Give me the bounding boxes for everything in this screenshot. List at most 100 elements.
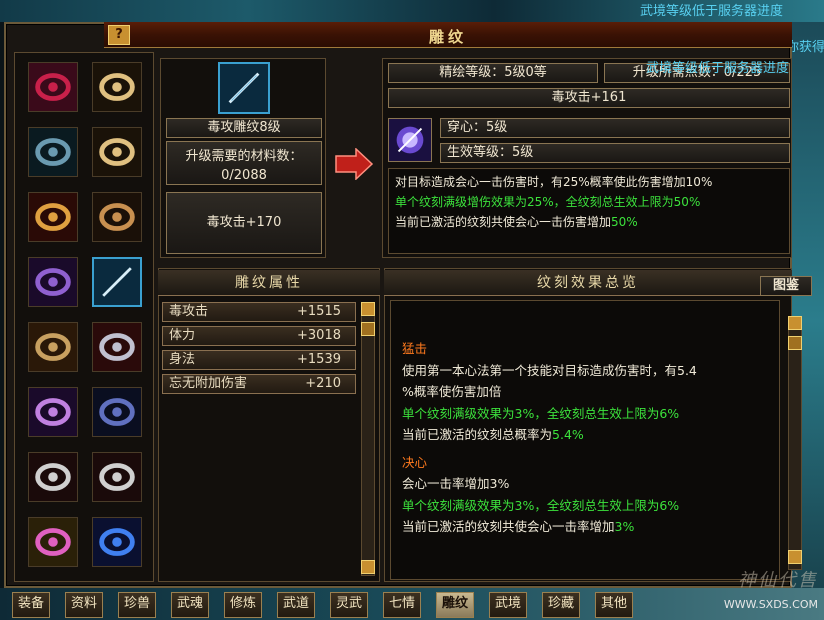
server-notice-line2: 武境等级低于服务器进度 [646,61,790,76]
materials-label: 升级需要的材料数： [185,149,303,164]
strike-line-4-text: 当前已激活的纹刻总概率为 [402,427,553,442]
boots-icon [93,388,141,436]
attribute-row: 忘无附加伤害 +210 [162,374,356,394]
tab-6[interactable]: 武道 [277,592,315,618]
bonus-attack: 毒攻击+161 [388,88,790,108]
tab-2[interactable]: 资料 [65,592,103,618]
help-button[interactable]: ? [108,25,130,45]
bow-icon [29,388,77,436]
materials-box: 升级需要的材料数： 0/2088 [166,141,322,185]
polish-level: 精绘等级：5级0等 [388,63,598,83]
overview-scrollbar[interactable] [788,316,802,570]
desc-line-3-text: 当前已激活的纹刻共使会心一击伤害增加 [395,215,612,229]
ring-icon [93,63,141,111]
equipment-slot[interactable] [92,62,142,112]
jade-icon [93,453,141,501]
skill-title-resolve: 决心 [402,454,428,470]
attribute-value: +1515 [297,304,341,319]
window-titlebar[interactable]: 雕纹 [104,22,792,48]
desc-line-1: 对目标造成会心一击伤害时，有25%概率使此伤害增加10% [395,175,713,189]
equipment-slot[interactable] [92,517,142,567]
strike-line-2: %概率使伤害加倍 [402,384,502,399]
tab-12[interactable]: 其他 [595,592,633,618]
attribute-row: 毒攻击 +1515 [162,302,356,322]
attributes-scroll-thumb[interactable] [361,322,375,336]
equipment-slot[interactable] [28,127,78,177]
amulet-icon [29,63,77,111]
attributes-scrollbar[interactable] [361,302,375,576]
resolve-line-3-text: 当前已激活的纹刻共使会心一击率增加 [402,519,615,534]
overview-scroll-thumb[interactable] [788,336,802,350]
server-notice-top: 武境等级低于服务器进度 [640,4,784,19]
attribute-name: 毒攻击 [169,304,209,319]
attribute-row: 身法 +1539 [162,350,356,370]
armor-icon [29,128,77,176]
watermark-logo: 神仙代售 [738,570,818,591]
pierce-engrave-slot[interactable] [388,118,432,162]
attribute-name: 忘无附加伤害 [169,376,248,391]
equipment-slot[interactable] [92,322,142,372]
resolve-line-1: 会心一击率增加3% [402,476,510,491]
tab-5[interactable]: 修炼 [224,592,262,618]
equipment-slot[interactable] [28,452,78,502]
attributes-scroll-down-button[interactable] [361,560,375,574]
tab-1[interactable]: 装备 [12,592,50,618]
attribute-name: 身法 [169,352,196,367]
equipment-slot[interactable] [92,192,142,242]
resolve-line-3: 当前已激活的纹刻共使会心一击率增加3% [402,516,782,538]
attributes-title: 雕纹属性 [158,270,380,296]
selected-item-slot[interactable] [218,62,270,114]
equipment-slot[interactable] [28,62,78,112]
pierce-icon [389,119,431,161]
strike-line-4-value: 5.4% [552,427,584,442]
overview-scroll-up-button[interactable] [788,316,802,330]
equipment-slot[interactable] [28,517,78,567]
attribute-row: 体力 +3018 [162,326,356,346]
pierce-level: 穿心：5级 [440,118,790,138]
tab-10[interactable]: 武境 [489,592,527,618]
needle-icon [220,64,268,112]
effect-level: 生效等级：5级 [440,143,790,163]
pendant-icon [29,258,77,306]
skill-title-strike: 猛击 [402,341,428,356]
attributes-scroll-up-button[interactable] [361,302,375,316]
sash-icon [29,323,77,371]
window-title: 雕纹 [428,28,467,46]
tab-8[interactable]: 七情 [383,592,421,618]
gauntlet-icon [93,323,141,371]
equipment-slot[interactable] [28,322,78,372]
equipment-slot[interactable] [92,257,142,307]
watermark-url: WWW.SXDS.COM [723,598,818,611]
tab-4[interactable]: 武魂 [171,592,209,618]
equipment-slot[interactable] [92,127,142,177]
needle-icon [94,259,140,305]
attribute-value: +1539 [297,352,341,367]
gem-necklace-icon [29,518,77,566]
tab-11[interactable]: 珍藏 [542,592,580,618]
codex-button[interactable]: 图鉴 [760,276,812,296]
jade-icon [29,453,77,501]
attribute-value: +3018 [297,328,341,343]
equipment-slot[interactable] [92,452,142,502]
desc-line-2: 单个纹刻满级增伤效果为25%，全纹刻总生效上限为50% [395,195,701,209]
tab-9[interactable]: 雕纹 [436,592,474,618]
attribute-value: +210 [305,376,341,391]
equipment-slot[interactable] [28,387,78,437]
overview-title: 纹刻效果总览 [384,270,792,296]
ring-icon [93,128,141,176]
item-effect: 毒攻击+170 [166,192,322,254]
resolve-line-2: 单个纹刻满级效果为3%，全纹刻总生效上限为6% [402,497,680,513]
tab-3[interactable]: 珍兽 [118,592,156,618]
desc-line-3: 当前已激活的纹刻共使会心一击伤害增加50% [395,212,783,232]
strike-line-3: 单个纹刻满级效果为3%，全纹刻总生效上限为6% [402,405,680,421]
equipment-slot[interactable] [28,257,78,307]
engrave-description: 对目标造成会心一击伤害时，有25%概率使此伤害增加10% 单个纹刻满级增伤效果为… [388,168,790,254]
equipment-slot[interactable] [28,192,78,242]
tab-7[interactable]: 灵武 [330,592,368,618]
attribute-name: 体力 [169,328,196,343]
overview-scroll-down-button[interactable] [788,550,802,564]
materials-value: 0/2088 [221,168,267,183]
equipment-slot[interactable] [92,387,142,437]
orb-icon [93,518,141,566]
strike-line-4: 当前已激活的纹刻总概率为5.4% [402,424,782,446]
